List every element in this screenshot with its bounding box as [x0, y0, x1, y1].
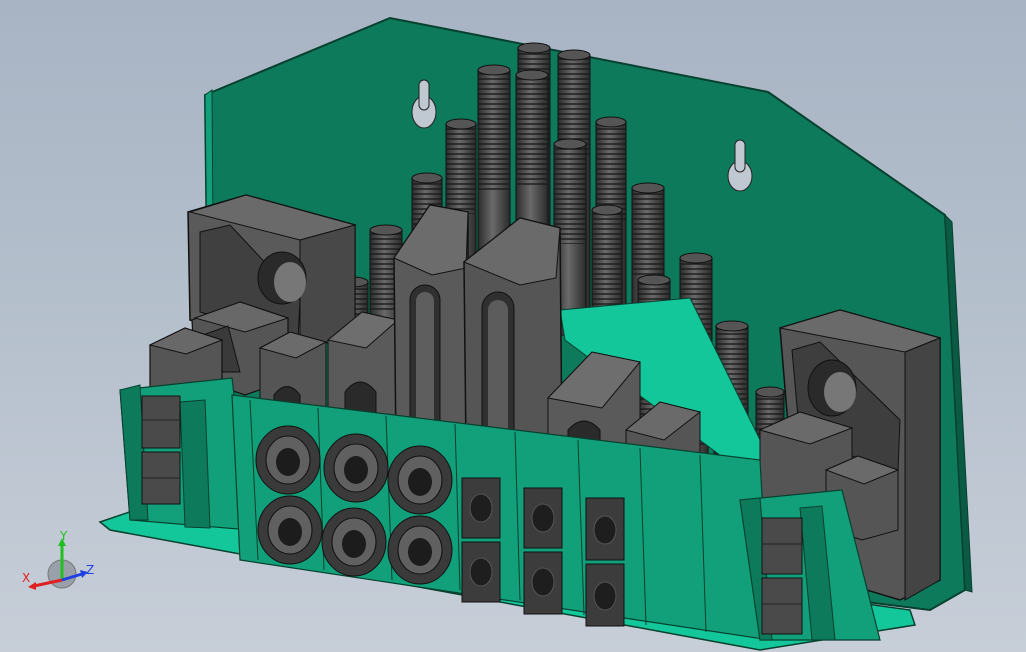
- graphics-viewport[interactable]: Y X Z: [0, 0, 1026, 652]
- z-axis-label: Z: [86, 563, 94, 577]
- flange-nut[interactable]: [255, 425, 321, 495]
- slotted-strap-clamp[interactable]: [463, 217, 563, 461]
- flange-nut[interactable]: [387, 515, 453, 585]
- coordinate-triad: Y X Z: [22, 530, 94, 590]
- t-slot-nut[interactable]: [523, 551, 563, 615]
- t-slot-nut[interactable]: [523, 487, 563, 549]
- flange-nut[interactable]: [323, 433, 389, 503]
- front-tray-left[interactable]: [119, 377, 251, 531]
- t-slot-nut[interactable]: [585, 563, 625, 627]
- t-slot-nut[interactable]: [461, 541, 501, 603]
- flange-nut[interactable]: [387, 445, 453, 515]
- y-axis-label: Y: [59, 530, 68, 543]
- t-slot-nut[interactable]: [585, 497, 625, 561]
- t-slot-nut[interactable]: [461, 477, 501, 539]
- flange-nut[interactable]: [257, 495, 323, 565]
- x-axis-label: X: [22, 571, 30, 585]
- model-scene[interactable]: [0, 0, 1026, 652]
- flange-nut[interactable]: [321, 507, 387, 577]
